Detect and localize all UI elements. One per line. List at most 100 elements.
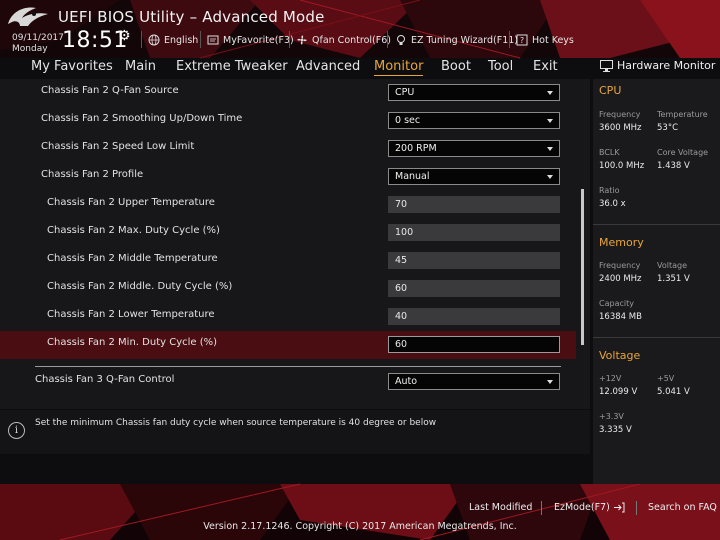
voltage-heading: Voltage [599,349,641,362]
search-faq-button[interactable]: Search on FAQ [648,502,717,513]
dropdown-value: CPU [395,87,415,98]
v5-label: +5V [657,374,675,383]
cpu-temperature-value: 53°C [657,123,679,133]
chevron-down-icon [547,119,553,123]
copyright-text: Version 2.17.1246. Copyright (C) 2017 Am… [203,521,517,532]
setting-label: Chassis Fan 2 Lower Temperature [47,309,215,320]
myfavorite-button[interactable]: MyFavorite(F3) [207,32,294,48]
qfan-control-button[interactable]: Qfan Control(F6) [296,32,391,48]
header-separator [141,31,142,48]
setting-row-chassis-fan2-min-duty[interactable]: Chassis Fan 2 Min. Duty Cycle (%) 60 [0,331,576,359]
setting-row-chassis-fan2-middle-temp[interactable]: Chassis Fan 2 Middle Temperature 45 [0,247,576,275]
header-separator [387,31,388,48]
hot-keys-button[interactable]: ? Hot Keys [516,32,574,48]
setting-label: Chassis Fan 2 Middle Temperature [47,253,218,264]
middle-duty-cycle-input[interactable]: 60 [388,280,560,297]
tab-main[interactable]: Main [125,59,156,74]
setting-row-chassis-fan2-qfan-source[interactable]: Chassis Fan 2 Q-Fan Source CPU [0,79,576,107]
ezmode-label: EzMode(F7) [554,502,610,513]
footer-separator [541,501,542,515]
ratio-value: 36.0 x [599,199,626,209]
setting-row-chassis-fan2-speed-low-limit[interactable]: Chassis Fan 2 Speed Low Limit 200 RPM [0,135,576,163]
info-icon: i [8,422,25,439]
bulb-icon [397,35,405,45]
setting-row-chassis-fan2-lower-temp[interactable]: Chassis Fan 2 Lower Temperature 40 [0,303,576,331]
setting-row-chassis-fan3-qfan-control[interactable]: Chassis Fan 3 Q-Fan Control Auto [0,368,576,396]
help-key-icon: ? [516,34,528,46]
bclk-value: 100.0 MHz [599,161,645,171]
ratio-label: Ratio [599,186,620,195]
tab-my-favorites[interactable]: My Favorites [31,59,113,74]
upper-temperature-input[interactable]: 70 [388,196,560,213]
hardware-monitor-panel: CPU Frequency Temperature 3600 MHz 53°C … [593,79,720,484]
app-title: UEFI BIOS Utility – Advanced Mode [58,8,325,26]
middle-temperature-input[interactable]: 45 [388,252,560,269]
capacity-label: Capacity [599,299,634,308]
ez-tuning-wizard-button[interactable]: EZ Tuning Wizard(F11) [395,32,518,48]
date-display: 09/11/2017 Monday [12,33,64,55]
lower-temperature-input[interactable]: 40 [388,308,560,325]
cpu-heading: CPU [599,84,622,97]
hardware-monitor-title: Hardware Monitor [600,59,715,72]
tab-extreme-tweaker[interactable]: Extreme Tweaker [176,59,288,74]
favorite-icon [207,35,219,45]
header-separator [289,31,290,48]
tab-exit[interactable]: Exit [533,59,558,74]
chevron-down-icon [547,91,553,95]
setting-label: Chassis Fan 2 Smoothing Up/Down Time [41,113,243,124]
setting-label: Chassis Fan 2 Speed Low Limit [41,141,195,152]
footer-separator [636,501,637,515]
last-modified-button[interactable]: Last Modified [469,502,532,513]
dropdown-value: 0 sec [395,115,421,126]
setting-label: Chassis Fan 2 Upper Temperature [47,197,215,208]
memory-voltage-label: Voltage [657,261,688,270]
day-text: Monday [12,44,48,54]
footer-bar: Last Modified EzMode(F7) Search on FAQ V… [0,490,720,540]
max-duty-cycle-input[interactable]: 100 [388,224,560,241]
v12-label: +12V [599,374,622,383]
profile-dropdown[interactable]: Manual [388,168,560,185]
core-voltage-value: 1.438 V [657,161,690,171]
help-panel: i Set the minimum Chassis fan duty cycle… [0,410,590,454]
date-text: 09/11/2017 [12,33,64,43]
qfan-control-label: Qfan Control(F6) [312,34,391,46]
section-divider [35,366,561,367]
min-duty-cycle-input[interactable]: 60 [388,336,560,353]
myfavorite-label: MyFavorite(F3) [223,34,294,46]
header-bar: UEFI BIOS Utility – Advanced Mode 09/11/… [0,0,720,58]
tab-tool[interactable]: Tool [488,59,513,74]
tab-monitor[interactable]: Monitor [374,59,424,76]
setting-row-chassis-fan2-profile[interactable]: Chassis Fan 2 Profile Manual [0,163,576,191]
svg-text:?: ? [520,36,524,45]
setting-label: Chassis Fan 2 Min. Duty Cycle (%) [47,337,218,348]
gear-icon[interactable]: ⚙ [118,28,131,44]
hardware-monitor-label: Hardware Monitor [617,59,716,72]
ezmode-button[interactable]: EzMode(F7) [554,502,625,513]
cpu-frequency-label: Frequency [599,110,641,119]
smoothing-dropdown[interactable]: 0 sec [388,112,560,129]
qfan-source-dropdown[interactable]: CPU [388,84,560,101]
tab-boot[interactable]: Boot [441,59,471,74]
rog-logo-icon [8,7,48,26]
fan3-qfan-control-dropdown[interactable]: Auto [388,373,560,390]
last-modified-label: Last Modified [469,502,533,513]
speed-low-limit-dropdown[interactable]: 200 RPM [388,140,560,157]
section-divider [593,224,720,225]
setting-label: Chassis Fan 2 Max. Duty Cycle (%) [47,225,220,236]
scrollbar-thumb[interactable] [581,189,584,345]
setting-label: Chassis Fan 2 Q-Fan Source [41,85,179,96]
setting-row-chassis-fan2-middle-duty[interactable]: Chassis Fan 2 Middle. Duty Cycle (%) 60 [0,275,576,303]
setting-label: Chassis Fan 2 Middle. Duty Cycle (%) [47,281,233,292]
capacity-value: 16384 MB [599,312,642,322]
memory-heading: Memory [599,236,644,249]
setting-row-chassis-fan2-smoothing[interactable]: Chassis Fan 2 Smoothing Up/Down Time 0 s… [0,107,576,135]
dropdown-value: Auto [395,376,418,387]
setting-row-chassis-fan2-upper-temp[interactable]: Chassis Fan 2 Upper Temperature 70 [0,191,576,219]
memory-voltage-value: 1.351 V [657,274,690,284]
monitor-icon [600,59,613,72]
setting-row-chassis-fan2-max-duty[interactable]: Chassis Fan 2 Max. Duty Cycle (%) 100 [0,219,576,247]
memory-frequency-value: 2400 MHz [599,274,642,284]
dropdown-value: 200 RPM [395,143,437,154]
language-button[interactable]: English [148,32,198,48]
tab-advanced[interactable]: Advanced [296,59,360,74]
